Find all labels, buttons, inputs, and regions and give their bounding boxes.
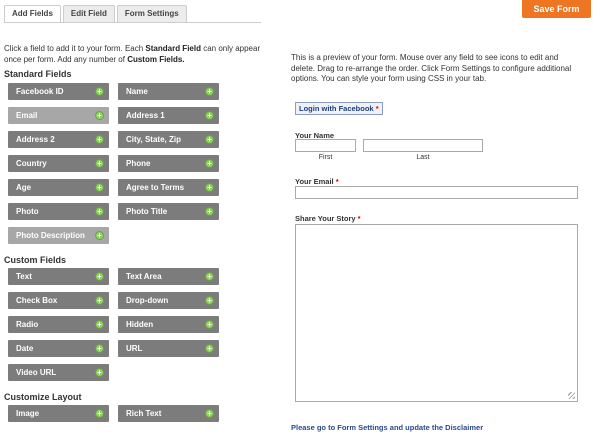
add-plus-icon: + [95, 183, 104, 192]
share-story-label: Share Your Story * [295, 214, 361, 223]
tab-edit-field[interactable]: Edit Field [62, 5, 115, 22]
field-phone[interactable]: Phone + [118, 155, 219, 172]
add-plus-icon: + [95, 344, 104, 353]
add-plus-icon: + [205, 409, 214, 418]
add-plus-icon: + [95, 207, 104, 216]
field-country[interactable]: Country + [8, 155, 109, 172]
story-textarea[interactable] [295, 224, 578, 402]
add-plus-icon: + [205, 135, 214, 144]
add-plus-icon: + [205, 344, 214, 353]
resize-grip-icon[interactable] [568, 392, 575, 399]
add-plus-icon: + [205, 87, 214, 96]
add-plus-icon: + [95, 135, 104, 144]
facebook-login-button[interactable]: Login with Facebook * [295, 102, 383, 115]
tab-form-settings[interactable]: Form Settings [116, 5, 187, 22]
field-hidden[interactable]: Hidden + [118, 316, 219, 333]
save-form-button[interactable]: Save Form [522, 0, 591, 18]
field-date[interactable]: Date + [8, 340, 109, 357]
add-plus-icon: + [205, 320, 214, 329]
customize-layout-heading: Customize Layout [4, 392, 82, 402]
required-marker: * [375, 104, 379, 113]
field-address-2[interactable]: Address 2 + [8, 131, 109, 148]
add-plus-icon: + [205, 207, 214, 216]
add-plus-icon: + [205, 183, 214, 192]
field-check-box[interactable]: Check Box + [8, 292, 109, 309]
field-name[interactable]: Name + [118, 83, 219, 100]
field-url[interactable]: URL + [118, 340, 219, 357]
field-facebook-id[interactable]: Facebook ID + [8, 83, 109, 100]
tab-divider [4, 22, 261, 23]
field-age[interactable]: Age + [8, 179, 109, 196]
add-plus-icon: + [95, 111, 104, 120]
intro-text: Click a field to add it to your form. Ea… [4, 44, 261, 64]
first-name-input[interactable] [295, 139, 356, 152]
field-photo[interactable]: Photo + [8, 203, 109, 220]
field-radio[interactable]: Radio + [8, 316, 109, 333]
add-plus-icon: + [95, 409, 104, 418]
field-rich-text[interactable]: Rich Text + [118, 405, 219, 422]
tab-add-fields[interactable]: Add Fields [4, 5, 61, 22]
standard-fields-heading: Standard Fields [4, 69, 72, 79]
field-photo-description[interactable]: Photo Description + [8, 227, 109, 244]
add-plus-icon: + [205, 111, 214, 120]
preview-description: This is a preview of your form. Mouse ov… [291, 53, 572, 83]
field-photo-title[interactable]: Photo Title + [118, 203, 219, 220]
add-plus-icon: + [205, 296, 214, 305]
field-drop-down[interactable]: Drop-down + [118, 292, 219, 309]
required-marker: * [357, 214, 361, 223]
add-plus-icon: + [95, 87, 104, 96]
add-plus-icon: + [205, 159, 214, 168]
add-plus-icon: + [95, 296, 104, 305]
field-email[interactable]: Email + [8, 107, 109, 124]
disclaimer-link[interactable]: Please go to Form Settings and update th… [291, 423, 483, 432]
field-text-area[interactable]: Text Area + [118, 268, 219, 285]
field-agree-to-terms[interactable]: Agree to Terms + [118, 179, 219, 196]
add-plus-icon: + [95, 368, 104, 377]
add-plus-icon: + [95, 272, 104, 281]
add-plus-icon: + [205, 272, 214, 281]
add-plus-icon: + [95, 231, 104, 240]
field-address-1[interactable]: Address 1 + [118, 107, 219, 124]
field-text[interactable]: Text + [8, 268, 109, 285]
last-name-input[interactable] [363, 139, 483, 152]
last-sublabel: Last [416, 154, 430, 161]
required-marker: * [335, 177, 339, 186]
field-video-url[interactable]: Video URL + [8, 364, 109, 381]
add-plus-icon: + [95, 159, 104, 168]
custom-fields-heading: Custom Fields [4, 255, 67, 265]
field-image[interactable]: Image + [8, 405, 109, 422]
field-city-state-zip[interactable]: City, State, Zip + [118, 131, 219, 148]
first-sublabel: First [318, 154, 333, 161]
tab-bar: Add Fields Edit Field Form Settings [4, 5, 189, 22]
your-email-label: Your Email * [295, 177, 339, 186]
add-plus-icon: + [95, 320, 104, 329]
email-input[interactable] [295, 186, 578, 199]
